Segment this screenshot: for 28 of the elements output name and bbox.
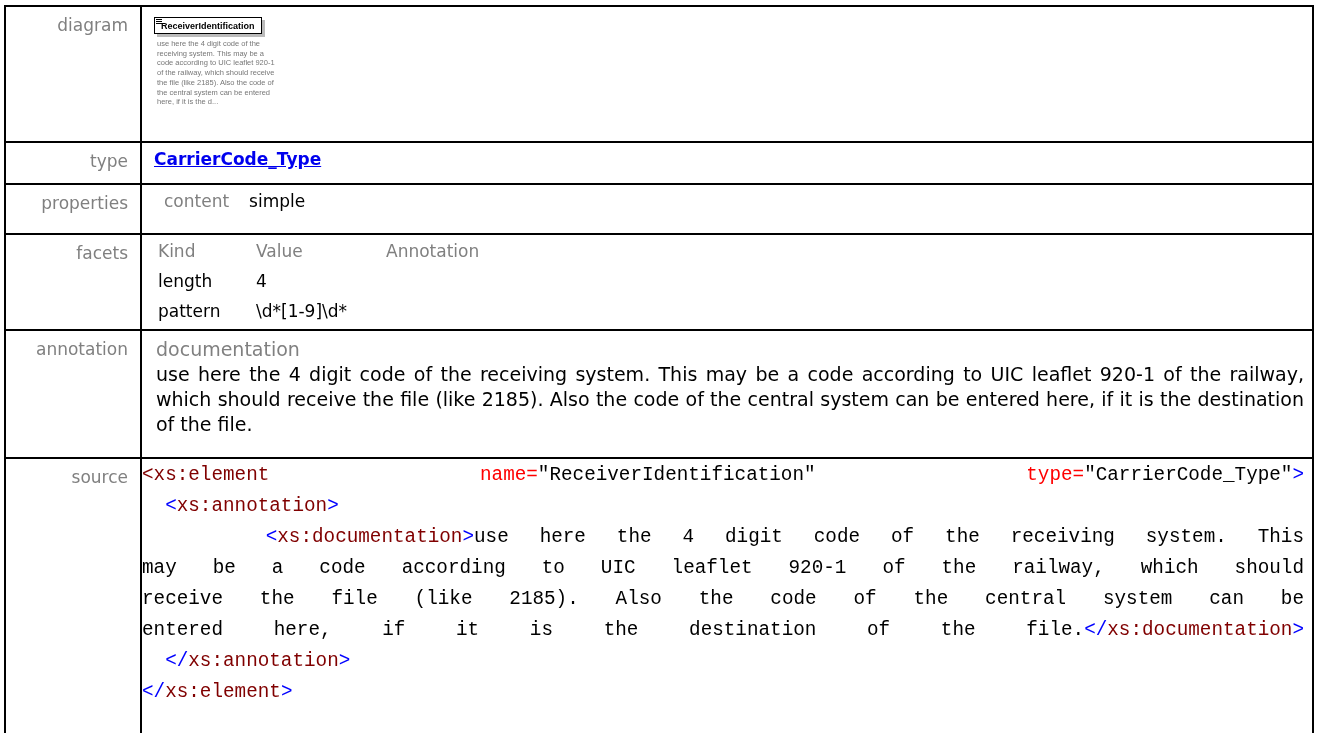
code-line: entered here, if it is the destination of the file.</xs:documentation> (142, 618, 1304, 643)
row-label: facets (76, 243, 128, 263)
annotation-heading: documentation (156, 337, 301, 362)
row-label: source (71, 467, 128, 487)
code-line: <xs:element name="ReceiverIdentification" type="CarrierCode_Type"> (142, 463, 1304, 488)
code-line: </xs:element> (142, 680, 294, 705)
code-line: </xs:annotation> (164, 649, 352, 674)
documentation-text: use here the 4 digit code of the receiving system. This may be a code according to UIC leaflet 920-1 of the railway, which should receive the file (like 2185). Also the code of the central system can be entered here, if it is the destination of the file. (156, 362, 1304, 437)
facet-kind: length (158, 271, 214, 291)
column-header: Value (256, 241, 304, 261)
row-label: properties (41, 193, 128, 213)
column-header: Kind (158, 241, 197, 261)
element-box: ReceiverIdentification (154, 17, 262, 34)
row-label: diagram (57, 15, 128, 35)
facet-value: 4 (256, 271, 268, 291)
property-name: content (164, 191, 230, 211)
row-label: type (90, 151, 128, 171)
code-line: receive the file (like 2185). Also the code of the central system can be (142, 587, 1304, 612)
code-line: <xs:documentation>use here the 4 digit code of the receiving system. This (264, 525, 1304, 550)
property-value: simple (249, 191, 306, 211)
type-link[interactable]: CarrierCode_Type (154, 149, 322, 169)
facet-kind: pattern (158, 301, 222, 321)
code-line: <xs:annotation> (164, 494, 340, 519)
lines-icon (156, 19, 162, 24)
row-label: annotation (36, 339, 128, 359)
code-line: may be a code according to UIC leaflet 920-1 of the railway, which should (142, 556, 1304, 581)
column-header: Annotation (386, 241, 480, 261)
facet-value: \d*[1-9]\d* (256, 301, 349, 321)
